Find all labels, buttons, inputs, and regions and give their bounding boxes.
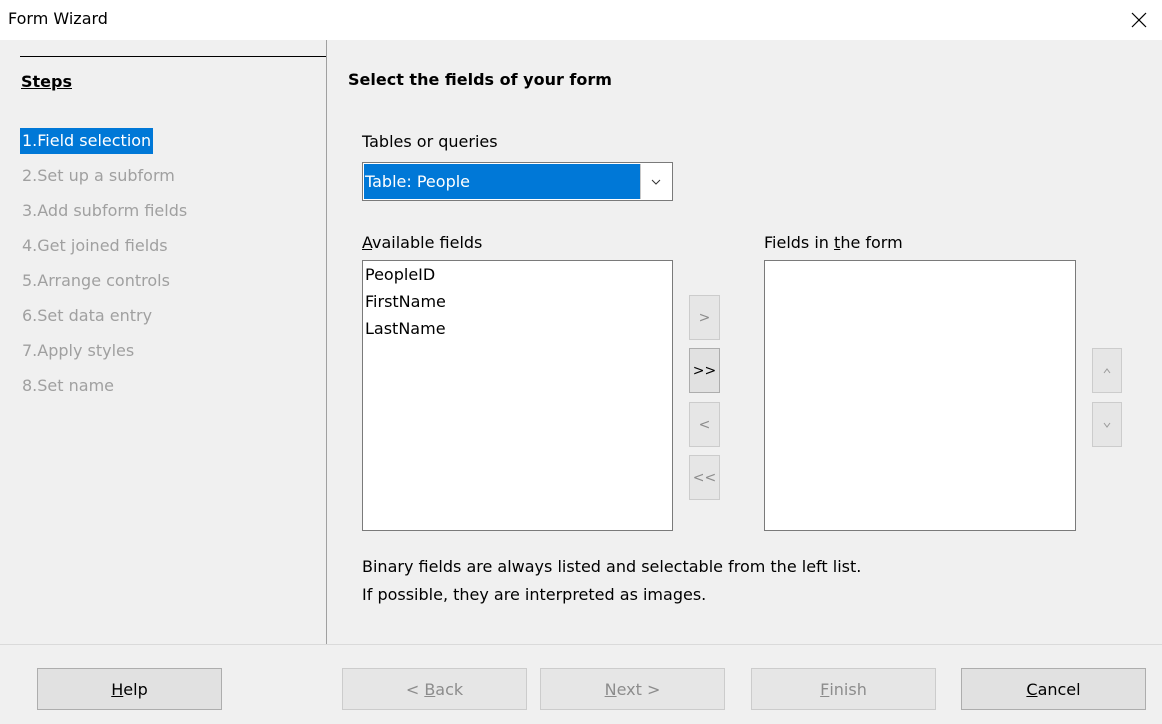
step-label: Add subform fields	[37, 201, 188, 220]
page-title: Select the fields of your form	[348, 70, 612, 89]
button-label: elp	[123, 679, 148, 699]
remove-field-button[interactable]: <	[689, 402, 720, 447]
remove-all-fields-button[interactable]: <<	[689, 455, 720, 500]
field-selection-page: Select the fields of your form Tables or…	[327, 40, 1162, 644]
steps-panel: Steps 1.Field selection 2.Set up a subfo…	[0, 40, 326, 644]
step-label: Get joined fields	[37, 236, 168, 255]
mnemonic: F	[820, 679, 830, 699]
step-arrange-controls[interactable]: 5.Arrange controls	[20, 268, 189, 303]
button-label: ancel	[1037, 679, 1081, 699]
mnemonic: A	[362, 233, 373, 252]
back-button[interactable]: < Back	[342, 668, 527, 710]
button-bar: Help < Back Next > Finish Cancel	[0, 644, 1162, 724]
label-text: vailable fields	[372, 233, 483, 252]
label-text: Fields in	[764, 233, 835, 252]
button-label: inish	[829, 679, 867, 699]
step-set-name[interactable]: 8.Set name	[20, 373, 189, 408]
mnemonic: C	[1026, 679, 1038, 699]
step-label: Arrange controls	[37, 271, 170, 290]
tables-dropdown[interactable]: Table: People	[362, 162, 673, 201]
tables-dropdown-value: Table: People	[364, 164, 640, 199]
step-label: Field selection	[37, 131, 152, 150]
close-icon	[1131, 12, 1147, 28]
help-button[interactable]: Help	[37, 668, 222, 710]
note-line: Binary fields are always listed and sele…	[362, 557, 862, 576]
step-apply-styles[interactable]: 7.Apply styles	[20, 338, 189, 373]
tables-label: Tables or queries	[362, 132, 498, 151]
list-item[interactable]: FirstName	[363, 288, 672, 315]
add-field-button[interactable]: >	[689, 295, 720, 340]
step-label: Set data entry	[37, 306, 153, 325]
step-list: 1.Field selection 2.Set up a subform 3.A…	[20, 128, 189, 408]
step-set-data-entry[interactable]: 6.Set data entry	[20, 303, 189, 338]
add-all-fields-button[interactable]: >>	[689, 348, 720, 393]
step-label: Set name	[37, 376, 114, 395]
step-number: 7.	[22, 341, 38, 360]
step-number: 4.	[22, 236, 38, 255]
window-title: Form Wizard	[8, 9, 108, 28]
available-fields-list[interactable]: PeopleID FirstName LastName	[362, 260, 673, 531]
cancel-button[interactable]: Cancel	[961, 668, 1146, 710]
button-label: ack	[435, 679, 464, 699]
step-add-subform-fields[interactable]: 3.Add subform fields	[20, 198, 189, 233]
steps-heading: Steps	[21, 72, 72, 91]
form-fields-list[interactable]	[764, 260, 1076, 531]
move-up-button[interactable]	[1092, 348, 1122, 393]
chevron-down-icon	[651, 179, 661, 185]
step-number: 8.	[22, 376, 38, 395]
mnemonic: N	[604, 679, 617, 699]
steps-separator	[20, 56, 326, 57]
list-item[interactable]: LastName	[363, 315, 672, 342]
step-number: 3.	[22, 201, 38, 220]
step-number: 1.	[22, 131, 38, 150]
binary-fields-note: Binary fields are always listed and sele…	[362, 553, 861, 609]
move-down-button[interactable]	[1092, 402, 1122, 447]
step-field-selection[interactable]: 1.Field selection	[20, 128, 189, 163]
chevron-down-icon	[1103, 422, 1111, 428]
available-fields-label: Available fields	[362, 233, 482, 252]
step-number: 5.	[22, 271, 38, 290]
step-number: 2.	[22, 166, 38, 185]
mnemonic: B	[424, 679, 436, 699]
note-line: If possible, they are interpreted as ima…	[362, 585, 707, 604]
step-label: Apply styles	[37, 341, 135, 360]
finish-button[interactable]: Finish	[751, 668, 936, 710]
list-item[interactable]: PeopleID	[363, 261, 672, 288]
form-fields-label: Fields in the form	[764, 233, 903, 252]
dialog-content: Steps 1.Field selection 2.Set up a subfo…	[0, 40, 1162, 644]
close-button[interactable]	[1116, 0, 1162, 40]
step-number: 6.	[22, 306, 38, 325]
step-label: Set up a subform	[37, 166, 175, 185]
label-text: he form	[840, 233, 903, 252]
footer-separator	[0, 644, 1162, 645]
next-button[interactable]: Next >	[540, 668, 725, 710]
chevron-up-icon	[1103, 367, 1111, 373]
button-label: <	[405, 679, 425, 699]
dropdown-arrow[interactable]	[640, 164, 671, 199]
step-get-joined-fields[interactable]: 4.Get joined fields	[20, 233, 189, 268]
step-set-up-subform[interactable]: 2.Set up a subform	[20, 163, 189, 198]
mnemonic: H	[111, 679, 124, 699]
title-bar: Form Wizard	[0, 0, 1162, 40]
button-label: ext >	[616, 679, 661, 699]
